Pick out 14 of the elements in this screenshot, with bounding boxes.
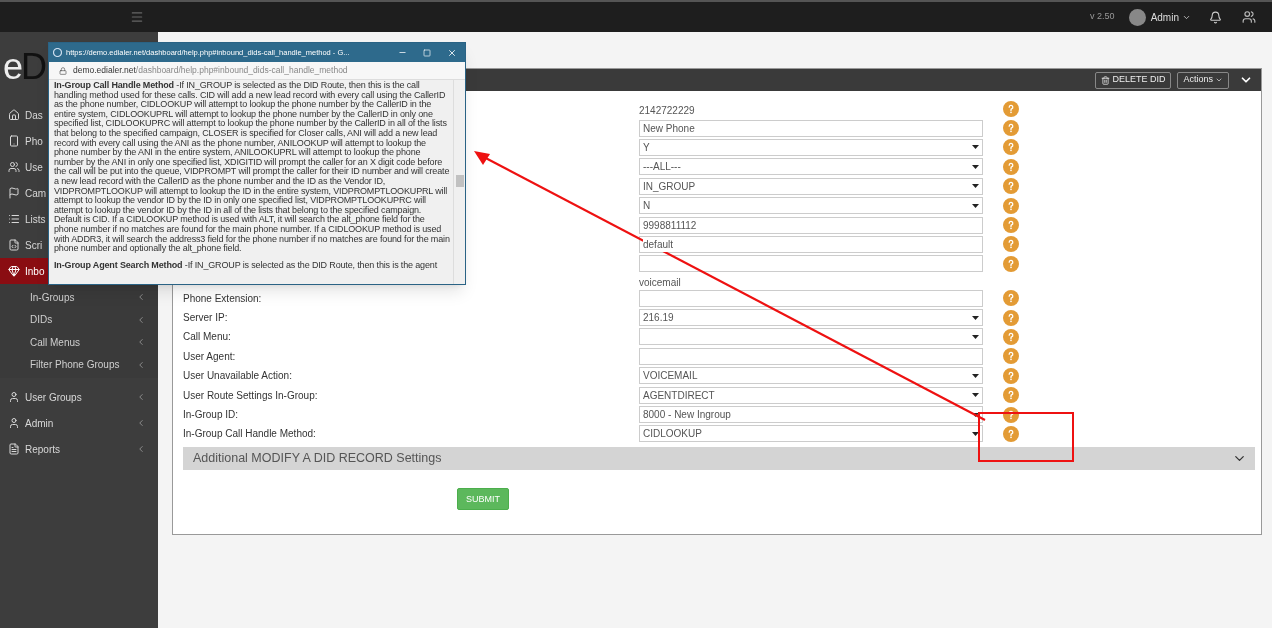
field-label: Call Menu: (183, 331, 231, 343)
field-label: User Unavailable Action: (183, 370, 292, 382)
field-label: Server IP: (183, 312, 228, 324)
address-text: demo.edialer.net/dashboard/help.php#inbound_dids-call_handle_method (73, 64, 348, 77)
field-label: In-Group ID: (183, 409, 239, 421)
help-paragraph: In-Group Call Handle Method -If IN_GROUP is selected as the DID Route, then this is the call handling method used for these calls. CID will add a new lead record with every call using the CallerID as the phone number, CIDLOOKUP will attempt to lookup the phone number by the CallerID in the entire system, CIDLOOKUPRL will attempt to lookup the phone number by the CallerID in only one specified list, CIDLOOKUPRC will attempt to lookup the phone number by the CallerID in all of the lists that belong to the specified campaign, CLOSER is specified for Closer calls, ANI will add a new lead record with every call using the ANI as the phone number, ANILOOKUP will attempt to lookup the phone number by the ANI in the entire system, ANILOOKUPRL will attempt to lookup the phone number by the ANI in only one specified list, XDIGITID will prompt the caller for an X digit code before the call will be put into the queue, VIDPROMPT will prompt the caller for their ID number and will create a new lead record with the CallerID as the phone number and the ID as the Vendor ID, VIDPROMPTLOOKUP will attempt to lookup the ID in the entire system, VIDPROMPTLOOKUPRL will attempt to lookup the vendor ID by the ID in only one specified list, VIDPROMPTLOOKUPRC will attempt to lookup the vendor ID by the ID in all of the lists that belong to the specified campaign. Default is CID. If a CIDLOOKUP method is used with ALT, it will search the alt_phone field for the phone number if no matches are found for the main phone number. If a CIDLOOKUP method is used with ADDR3, it will search the address3 field for the phone number if no matches are found for the main phone number and optionally the alt_phone field. (54, 81, 450, 254)
field-label: User Agent: (183, 350, 236, 362)
help-paragraph: In-Group Agent Search Method -If IN_GROUP is selected as the DID Route, then this is the agent (54, 260, 439, 271)
field-label: Phone Extension: (183, 292, 262, 304)
field-value: 2142722229 (639, 104, 695, 116)
field-label: User Route Settings In-Group: (183, 389, 318, 401)
field-label: In-Group Call Handle Method: (183, 428, 316, 440)
version-label: v 2.50 (1090, 10, 1115, 24)
field-value: voicemail (639, 277, 681, 288)
